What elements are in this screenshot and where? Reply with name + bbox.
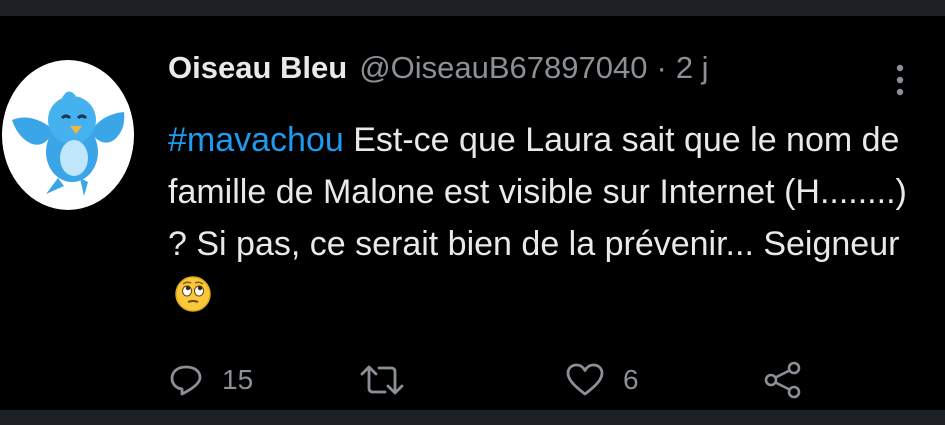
tweet-header: Oiseau Bleu @OiseauB67897040 · 2 j bbox=[168, 50, 709, 90]
hashtag-link[interactable]: #mavachou bbox=[168, 121, 344, 159]
handle[interactable]: @OiseauB67897040 bbox=[359, 50, 647, 86]
like-count: 6 bbox=[623, 364, 639, 395]
heart-icon bbox=[566, 363, 604, 396]
share-button[interactable] bbox=[762, 356, 804, 404]
timestamp[interactable]: 2 j bbox=[676, 50, 709, 86]
retweet-icon bbox=[360, 365, 404, 395]
bottom-bar bbox=[0, 410, 945, 425]
blue-bird-avatar-icon bbox=[12, 91, 125, 196]
reply-count: 15 bbox=[222, 364, 254, 395]
reply-icon bbox=[170, 365, 202, 396]
share-icon bbox=[764, 361, 801, 399]
retweet-button[interactable] bbox=[358, 356, 406, 404]
tweet-actions: 15 6 bbox=[168, 356, 828, 404]
face-with-rolling-eyes-emoji-icon bbox=[175, 276, 211, 312]
display-name[interactable]: Oiseau Bleu bbox=[168, 50, 347, 86]
like-button[interactable]: 6 bbox=[565, 356, 639, 404]
more-vertical-icon[interactable] bbox=[893, 60, 907, 100]
top-bar bbox=[0, 0, 945, 16]
tweet-text: #mavachou Est-ce que Laura sait que le n… bbox=[168, 114, 908, 322]
tweet-card[interactable]: Oiseau Bleu @OiseauB67897040 · 2 j #mava… bbox=[0, 16, 945, 410]
avatar[interactable] bbox=[2, 60, 134, 210]
reply-button[interactable]: 15 bbox=[168, 356, 253, 404]
header-separator: · bbox=[656, 50, 667, 85]
